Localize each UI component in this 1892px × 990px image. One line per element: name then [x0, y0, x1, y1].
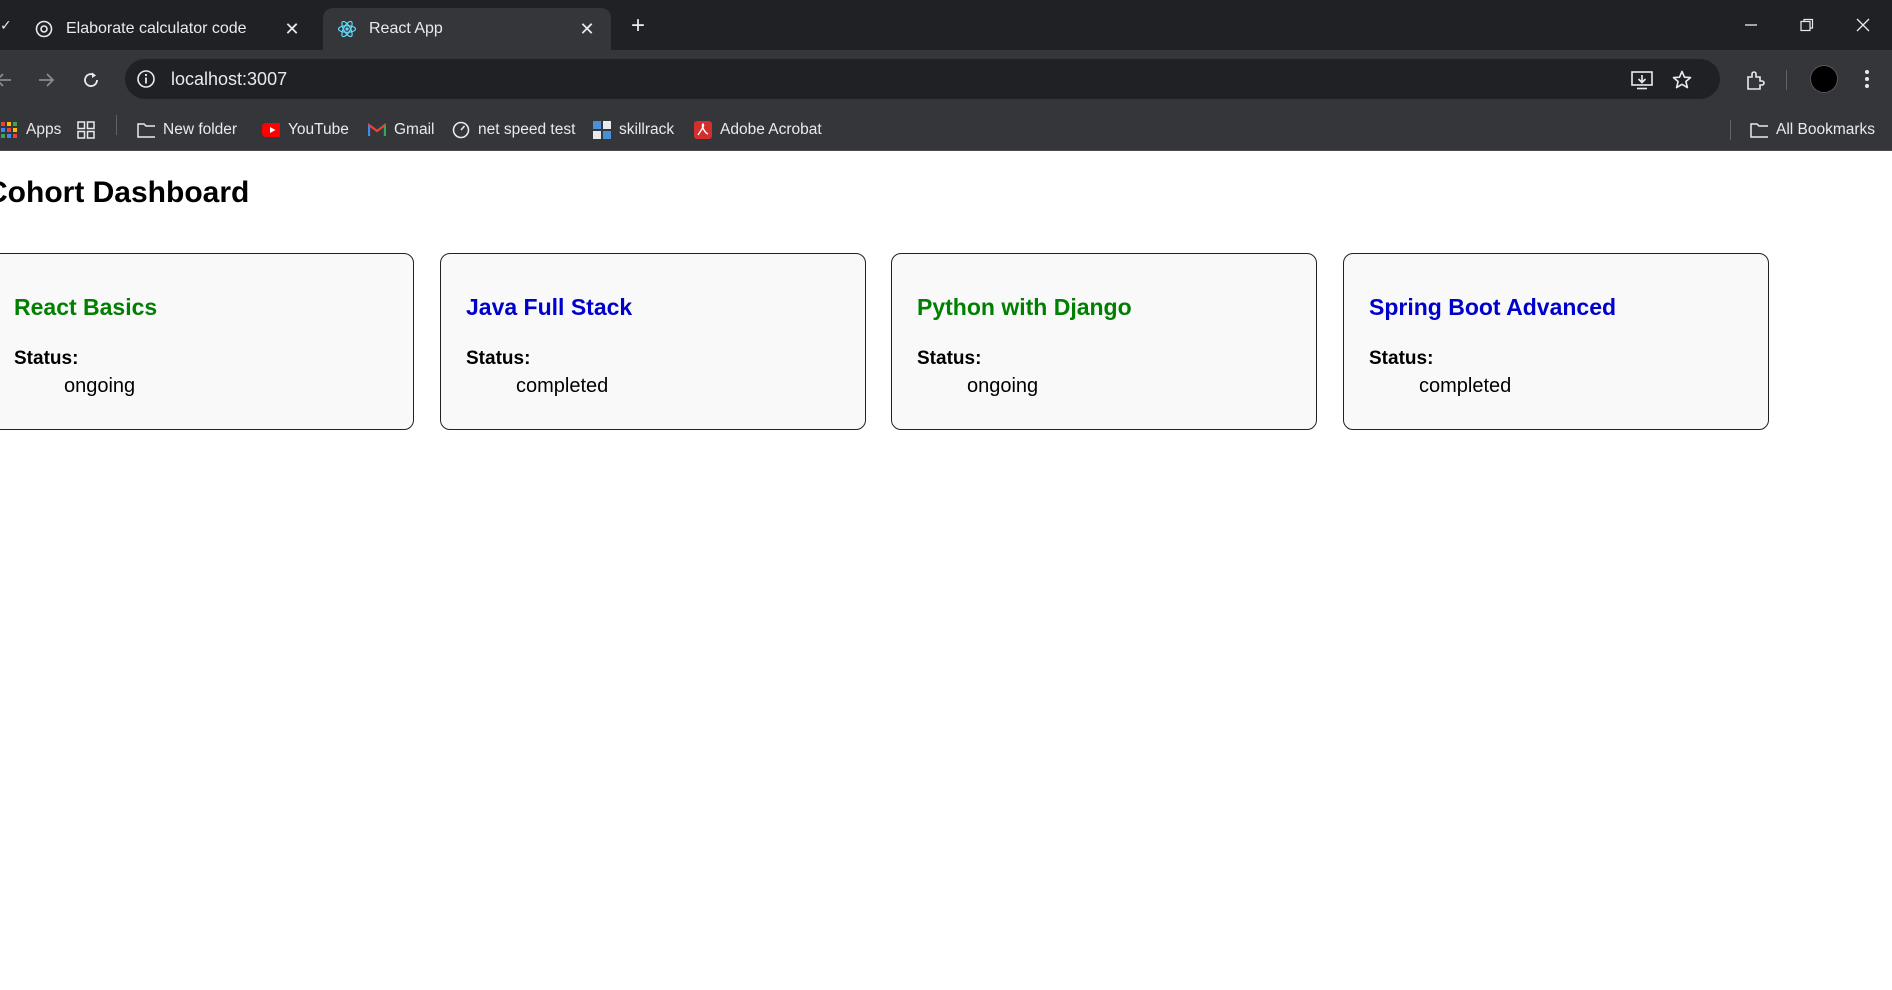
bookmark-label: Adobe Acrobat	[720, 121, 822, 138]
all-bookmarks-button[interactable]: All Bookmarks	[1750, 115, 1875, 145]
tab-react-app[interactable]: React App ✕	[323, 8, 611, 50]
bookmark-youtube[interactable]: YouTube	[262, 115, 349, 145]
close-window-icon[interactable]	[1848, 10, 1878, 40]
reload-icon[interactable]	[75, 64, 107, 96]
restore-icon[interactable]	[1792, 10, 1822, 40]
url-text[interactable]: localhost:3007	[171, 59, 287, 99]
status-label: Status:	[466, 348, 531, 369]
forward-icon[interactable]	[30, 64, 62, 96]
more-menu-icon[interactable]	[1855, 64, 1879, 94]
cohort-card: React Basics Status: ongoing	[0, 253, 414, 430]
status-label: Status:	[14, 348, 79, 369]
bookmarks-bar: Apps New folder YouTube Gmail net speed …	[0, 109, 1892, 151]
back-icon[interactable]	[0, 64, 20, 96]
bookmark-label: YouTube	[288, 121, 349, 138]
browser-toolbar: localhost:3007	[0, 50, 1892, 109]
bookmark-adobe-acrobat[interactable]: Adobe Acrobat	[694, 115, 822, 145]
tab-groups-icon[interactable]	[77, 115, 95, 145]
cohort-name: Spring Boot Advanced	[1369, 294, 1617, 320]
tab-strip: ✓ Elaborate calculator code ✕ React App …	[0, 0, 1892, 50]
speedometer-icon	[452, 121, 470, 139]
bookmark-apps[interactable]: Apps	[0, 115, 61, 145]
youtube-icon	[262, 121, 280, 139]
bookmark-net-speed-test[interactable]: net speed test	[452, 115, 575, 145]
profile-avatar[interactable]	[1810, 65, 1838, 93]
status-label: Status:	[1369, 348, 1434, 369]
bookmark-new-folder[interactable]: New folder	[137, 115, 237, 145]
site-info-icon[interactable]	[135, 68, 157, 90]
folder-icon	[137, 121, 155, 139]
bookmark-label: New folder	[163, 121, 238, 138]
status-value: ongoing	[64, 375, 136, 397]
bookmark-star-icon[interactable]	[1670, 68, 1694, 92]
cohort-name: Python with Django	[917, 294, 1132, 320]
extensions-icon[interactable]	[1739, 64, 1771, 96]
bookmark-gmail[interactable]: Gmail	[368, 115, 434, 145]
apps-grid-icon	[0, 121, 18, 139]
bookmark-label: skillrack	[619, 121, 675, 138]
bookmarks-divider	[1730, 120, 1731, 140]
address-bar[interactable]: localhost:3007	[125, 59, 1720, 99]
bookmark-label: Gmail	[394, 121, 435, 138]
tab-search-icon[interactable]: ✓	[0, 12, 14, 38]
status-value: completed	[516, 375, 609, 397]
react-icon	[337, 19, 357, 39]
status-label: Status:	[917, 348, 982, 369]
acrobat-icon	[694, 121, 712, 139]
install-app-icon[interactable]	[1630, 68, 1654, 92]
tab-close-icon[interactable]: ✕	[282, 19, 302, 39]
all-bookmarks-label: All Bookmarks	[1776, 121, 1876, 138]
cohort-card: Spring Boot Advanced Status: completed	[1343, 253, 1769, 430]
status-value: completed	[1419, 375, 1512, 397]
skillrack-icon	[593, 121, 611, 139]
folder-icon	[1750, 121, 1768, 139]
tab-title: React App	[369, 20, 443, 37]
cohort-name: React Basics	[14, 294, 158, 320]
cohort-name: Java Full Stack	[466, 294, 633, 320]
gmail-icon	[368, 121, 386, 139]
tab-title: Elaborate calculator code	[66, 20, 247, 37]
page-title: Cohort Dashboard	[0, 176, 250, 209]
bookmark-label: Apps	[26, 121, 62, 138]
cohort-card: Python with Django Status: ongoing	[891, 253, 1317, 430]
bookmarks-divider	[116, 115, 117, 135]
tab-elaborate-calculator[interactable]: Elaborate calculator code ✕	[20, 8, 316, 50]
cohort-card: Java Full Stack Status: completed	[440, 253, 866, 430]
minimize-icon[interactable]	[1736, 10, 1766, 40]
chatgpt-icon	[34, 19, 54, 39]
toolbar-divider	[1786, 70, 1787, 90]
new-tab-icon[interactable]: +	[625, 13, 651, 39]
bookmark-label: net speed test	[478, 121, 576, 138]
status-value: ongoing	[967, 375, 1039, 397]
bookmark-skillrack[interactable]: skillrack	[593, 115, 674, 145]
tab-close-icon[interactable]: ✕	[577, 19, 597, 39]
